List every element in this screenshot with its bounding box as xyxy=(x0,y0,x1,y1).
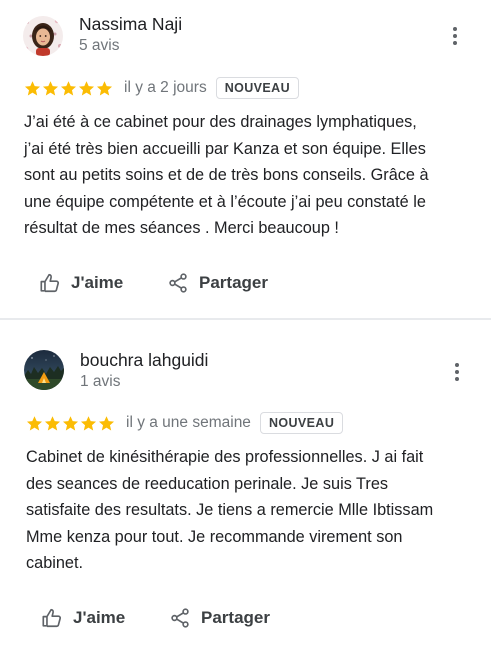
star-icon xyxy=(44,415,61,430)
star-rating xyxy=(26,415,115,432)
rating-row: il y a 2 jours NOUVEAU xyxy=(24,75,300,101)
star-rating xyxy=(24,80,113,97)
more-options-button[interactable] xyxy=(445,358,469,386)
review-text: J’ai été à ce cabinet pour des drainages… xyxy=(24,109,474,242)
star-icon xyxy=(60,80,77,95)
review-text-line: satisfaite des resultats. Je tiens a rem… xyxy=(26,501,434,519)
star-icon xyxy=(98,415,115,430)
thumb-up-icon xyxy=(40,273,60,293)
star-icon xyxy=(80,415,97,430)
like-label: J'aime xyxy=(71,273,124,292)
review-text-line: Cabinet de kinésithérapie des profession… xyxy=(26,448,424,466)
review-text-line: J’ai été à ce cabinet pour des drainages… xyxy=(24,113,417,131)
share-label: Partager xyxy=(199,273,268,292)
review-text-line: une équipe compétente et à l’écoute j’ai… xyxy=(24,192,426,211)
rating-row: il y a une semaine NOUVEAU xyxy=(26,410,344,436)
author-name[interactable]: bouchra lahguidi xyxy=(80,350,208,371)
review-card: bouchra lahguidi 1 avis il y a une semai… xyxy=(0,320,491,668)
star-icon xyxy=(78,80,95,95)
author-name[interactable]: Nassima Naji xyxy=(79,14,182,35)
share-icon xyxy=(171,608,189,628)
review-text-line: résultat de mes séances . Merci beaucoup… xyxy=(24,219,339,237)
more-options-button[interactable] xyxy=(443,22,467,50)
more-vert-icon xyxy=(453,27,457,31)
like-button[interactable]: J'aime xyxy=(41,603,125,633)
star-icon xyxy=(24,80,41,95)
avatar[interactable] xyxy=(24,350,64,390)
star-icon xyxy=(26,415,43,430)
avatar[interactable] xyxy=(23,16,63,56)
review-time: il y a 2 jours xyxy=(124,79,207,96)
like-label: J'aime xyxy=(73,608,126,627)
share-label: Partager xyxy=(201,608,270,627)
review-time: il y a une semaine xyxy=(126,414,251,431)
thumb-up-icon xyxy=(42,608,62,628)
like-button[interactable]: J'aime xyxy=(39,268,123,298)
star-icon xyxy=(42,80,59,95)
share-icon xyxy=(169,273,187,293)
review-count[interactable]: 1 avis xyxy=(80,373,121,391)
review-card: Nassima Naji 5 avis il y a 2 jours NOUVE… xyxy=(0,0,491,318)
share-button[interactable]: Partager xyxy=(167,268,268,298)
new-badge: NOUVEAU xyxy=(259,412,344,434)
review-text-line: Mme kenza pour tout. Je recommande virem… xyxy=(26,527,403,546)
review-count[interactable]: 5 avis xyxy=(79,37,120,55)
share-button[interactable]: Partager xyxy=(169,603,270,633)
more-vert-icon xyxy=(455,363,459,367)
review-text-line: des seances de reeducation perinale. Je … xyxy=(26,474,389,493)
new-badge: NOUVEAU xyxy=(215,77,300,99)
review-text-line: j’ai été très bien accueilli par Kanza e… xyxy=(24,139,426,158)
star-icon xyxy=(62,415,79,430)
review-text: Cabinet de kinésithérapie des profession… xyxy=(26,444,476,577)
review-text-line: sont au petits soins et de de très bons … xyxy=(24,166,429,184)
star-icon xyxy=(96,80,113,95)
review-text-line: cabinet. xyxy=(26,554,84,572)
